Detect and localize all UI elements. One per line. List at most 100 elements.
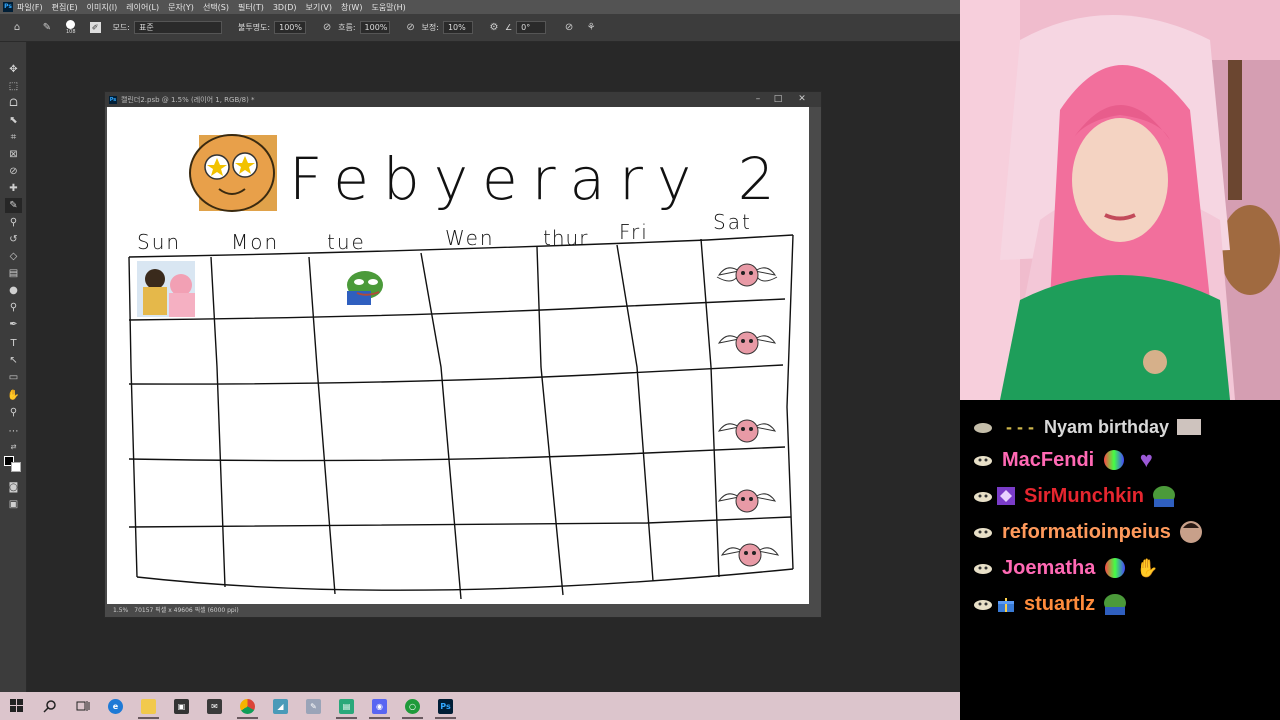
chat-username[interactable]: stuartlz (1024, 593, 1095, 616)
path-select-tool-icon[interactable]: ↖ (5, 353, 22, 368)
brush-tool-icon[interactable]: ✎ (5, 198, 22, 213)
brush-settings-icon[interactable]: ✐ (89, 22, 101, 33)
quick-select-tool-icon[interactable]: ⬉ (5, 113, 22, 128)
pen-tool-icon[interactable]: ✒ (5, 317, 22, 332)
airbrush-icon[interactable]: ⊘ (404, 21, 418, 35)
close-icon[interactable]: ✕ (793, 92, 811, 107)
chat-username[interactable]: MacFendi (1002, 449, 1094, 472)
more-tools-icon[interactable]: ⋯ (5, 424, 22, 439)
chrome-icon[interactable] (231, 692, 264, 720)
stream-chat: - - - Nyam birthday MacFendi ♥ SirMunchk… (960, 400, 1280, 720)
angle-input[interactable]: 0° (516, 21, 547, 34)
menu-3d[interactable]: 3D(D) (273, 3, 297, 12)
status-zoom[interactable]: 1.5% (113, 605, 128, 617)
chat-message: reformatioinpeius (960, 517, 1203, 547)
swap-colors-icon[interactable]: ⇄ (5, 440, 22, 455)
menu-window[interactable]: 창(W) (341, 2, 363, 13)
chat-username[interactable]: reformatioinpeius (1002, 521, 1171, 544)
app-2-icon[interactable]: ✎ (297, 692, 330, 720)
maximize-icon[interactable]: □ (769, 92, 787, 107)
photoshop-taskbar-icon[interactable]: Ps (429, 692, 462, 720)
menu-edit[interactable]: 편집(E) (52, 2, 78, 13)
tools-panel: ✥ ⬚ ᗝ ⬉ ⌗ ⊠ ⊘ ✚ ✎ ⚲ ↺ ◇ ▤ ● ⚲ ✒ T ↖ ▭ ✋ … (0, 42, 27, 692)
menu-layer[interactable]: 레이어(L) (126, 2, 159, 13)
chat-username[interactable]: Joematha (1002, 557, 1095, 580)
drawing-canvas[interactable]: Febyerary 2 Sun Mon tue Wen thur Fri Sat (107, 107, 809, 604)
search-icon[interactable] (33, 692, 66, 720)
eraser-tool-icon[interactable]: ◇ (5, 249, 22, 264)
opacity-control: 불투명도: 100% (237, 21, 307, 34)
app-1-icon[interactable]: ◢ (264, 692, 297, 720)
minimize-icon[interactable]: – (749, 92, 767, 107)
opacity-label: 불투명도: (237, 23, 271, 32)
windows-start-icon[interactable] (0, 692, 33, 720)
crop-tool-icon[interactable]: ⌗ (5, 130, 22, 145)
file-explorer-icon[interactable] (132, 692, 165, 720)
eyedropper-tool-icon[interactable]: ⊘ (5, 164, 22, 179)
day-label-sat: Sat (713, 210, 752, 234)
move-tool-icon[interactable]: ✥ (5, 62, 22, 77)
dodge-tool-icon[interactable]: ⚲ (5, 300, 22, 315)
options-bar: ⌂ ✎ 108 ✐ 모드: 표준 불투명도: 100% ⊘ 흐름: 100% ⊘ (0, 14, 960, 42)
gear-icon[interactable]: ⚙ (487, 21, 501, 35)
task-view-icon[interactable] (66, 692, 99, 720)
hand-tool-icon[interactable]: ✋ (5, 388, 22, 403)
mode-select[interactable]: 표준 (133, 21, 222, 34)
lasso-tool-icon[interactable]: ᗝ (5, 96, 22, 111)
blur-tool-icon[interactable]: ● (5, 283, 22, 298)
webcam-feed-image (960, 0, 1280, 400)
home-icon[interactable]: ⌂ (10, 21, 24, 35)
chat-message: SirMunchkin (960, 481, 1176, 511)
opacity-input[interactable]: 100% (274, 21, 307, 34)
rainbow-emote-icon (1102, 448, 1126, 472)
angle-control: ∠ 0° (504, 21, 547, 34)
angle-icon: ∠ (504, 23, 513, 32)
store-icon[interactable]: ▣ (165, 692, 198, 720)
mode-control: 모드: 표준 (113, 21, 222, 34)
cat-badge-icon (972, 523, 994, 541)
history-brush-tool-icon[interactable]: ↺ (5, 232, 22, 247)
shape-tool-icon[interactable]: ▭ (5, 370, 22, 385)
screen-mode-icon[interactable]: ▣ (5, 497, 22, 512)
menu-filter[interactable]: 필터(T) (238, 2, 264, 13)
mail-icon[interactable]: ✉ (198, 692, 231, 720)
gift-badge-icon (996, 594, 1016, 614)
chat-username[interactable]: SirMunchkin (1024, 485, 1144, 508)
pressure-size-icon[interactable]: ⊘ (562, 21, 576, 35)
chat-partial-message: - - - Nyam birthday (960, 412, 1202, 442)
menu-image[interactable]: 이미지(I) (87, 2, 118, 13)
healing-tool-icon[interactable]: ✚ (5, 181, 22, 196)
frame-tool-icon[interactable]: ⊠ (5, 147, 22, 162)
gradient-tool-icon[interactable]: ▤ (5, 266, 22, 281)
menu-type[interactable]: 문자(Y) (168, 2, 194, 13)
brush-tool-icon[interactable]: ✎ (40, 21, 54, 35)
brush-size-picker[interactable]: 108 (66, 20, 76, 35)
pressure-opacity-icon[interactable]: ⊘ (320, 21, 334, 35)
smoothing-input[interactable]: 10% (442, 21, 473, 34)
pepe-emote-icon (1103, 592, 1127, 616)
document-window: Ps 캘린더2.psb @ 1.5% (레이어 1, RGB/8) * – □ … (104, 91, 822, 618)
flow-input[interactable]: 100% (359, 21, 390, 34)
type-tool-icon[interactable]: T (5, 336, 22, 351)
cat-badge-icon (972, 487, 994, 505)
quick-mask-icon[interactable]: ◙ (5, 480, 22, 495)
menu-select[interactable]: 선택(S) (203, 2, 229, 13)
discord-icon[interactable]: ◉ (363, 692, 396, 720)
symmetry-icon[interactable]: ⚘ (584, 21, 598, 35)
status-doc-size[interactable]: 70157 픽셀 x 49606 픽셀 (6000 ppi) (134, 605, 238, 617)
marquee-tool-icon[interactable]: ⬚ (5, 79, 22, 94)
menu-help[interactable]: 도움말(H) (371, 2, 405, 13)
purple-heart-emote-icon: ♥ (1139, 447, 1153, 472)
partial-message-text: Nyam birthday (1043, 416, 1170, 437)
zoom-tool-icon[interactable]: ⚲ (5, 405, 22, 420)
calendar-drawing: Febyerary 2 Sun Mon tue Wen thur Fri Sat (128, 134, 794, 600)
menu-file[interactable]: 파일(F) (17, 2, 43, 13)
app-3-icon[interactable]: ▤ (330, 692, 363, 720)
stamp-tool-icon[interactable]: ⚲ (5, 215, 22, 230)
background-color-swatch[interactable] (11, 462, 21, 472)
cat-badge-icon (972, 595, 994, 613)
edge-browser-icon[interactable]: e (99, 692, 132, 720)
app-4-icon[interactable]: ○ (396, 692, 429, 720)
document-title-bar[interactable]: Ps 캘린더2.psb @ 1.5% (레이어 1, RGB/8) * – □ … (105, 92, 821, 107)
menu-view[interactable]: 보기(V) (306, 2, 332, 13)
